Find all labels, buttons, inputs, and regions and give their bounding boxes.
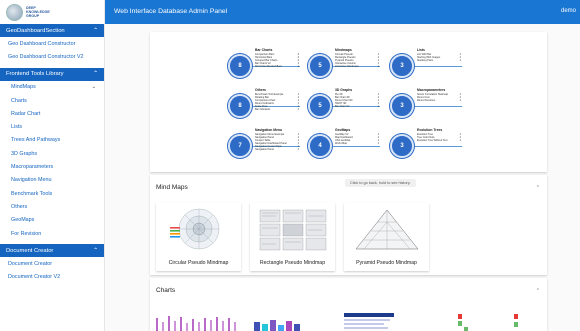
overview-group[interactable]: 8 Others Benchmark Tool Example 1 Rotating B… bbox=[228, 88, 300, 118]
group-item-list: Comparison Bars 3 Horizontal Bars 4 Grouped … bbox=[255, 53, 299, 68]
sidebar-item-mindmaps[interactable]: MindMaps ⌄ bbox=[0, 81, 104, 94]
group-item-list: Navigation Menu Example 1 Navigation Panel… bbox=[255, 133, 299, 151]
sidebar-item-charts[interactable]: Charts bbox=[0, 94, 104, 107]
chevron-up-icon: ⌃ bbox=[93, 71, 98, 78]
chevron-down-icon: ⌄ bbox=[91, 84, 96, 91]
sidebar-item-geomaps[interactable]: GeoMaps bbox=[0, 214, 104, 227]
overview-group[interactable]: 5 Mindmaps Circular Pseudo 1 Rectangle Pseud… bbox=[308, 48, 380, 78]
group-title: Bar Charts bbox=[255, 48, 273, 52]
group-list-item[interactable]: Round Numbers 1 bbox=[417, 99, 461, 102]
group-count-badge: 5 bbox=[308, 54, 332, 78]
sidebar-item-for-revision[interactable]: For Revision bbox=[0, 227, 104, 240]
tooltip: Click to go back, hold to see history. bbox=[345, 179, 416, 187]
group-item-list: List With Bar 1 Starting With Images 1 Stack… bbox=[417, 53, 461, 62]
rectangle-mindmap-thumbnail bbox=[259, 209, 327, 251]
group-list-item[interactable]: Interactive Mindmaps 1 bbox=[335, 65, 379, 68]
section-geodashboard[interactable]: GeoDashboardSection ⌃ bbox=[0, 24, 104, 37]
group-list-item[interactable]: Bar Chart V2 1 bbox=[335, 105, 379, 108]
chevron-up-icon: ⌃ bbox=[93, 247, 98, 254]
sidebar-item-macroparameters[interactable]: Macroparameters bbox=[0, 160, 104, 173]
mindmap-card-caption: Pyramid Pseudo Mindmap bbox=[356, 260, 417, 266]
group-list-item[interactable]: Bar Indicators 1 bbox=[255, 108, 299, 111]
app-title: Web Interface Database Admin Panel bbox=[114, 8, 228, 15]
top-app-bar: Web Interface Database Admin Panel demo bbox=[105, 0, 580, 24]
sidebar-item-benchmark-tools[interactable]: Benchmark Tools bbox=[0, 187, 104, 200]
group-list-item[interactable]: World Map 1 bbox=[335, 142, 379, 145]
group-count-badge: 7 bbox=[228, 134, 252, 158]
chart-thumb-bars-1 bbox=[156, 316, 236, 331]
user-menu[interactable]: demo bbox=[561, 8, 576, 14]
group-title: Mindmaps bbox=[335, 48, 352, 52]
group-count-badge: 4 bbox=[308, 134, 332, 158]
group-title: GeoMaps bbox=[335, 128, 351, 132]
overview-card: 8 Bar Charts Comparison Bars 3 Horizontal Ba… bbox=[150, 32, 547, 172]
group-count-badge: 3 bbox=[390, 134, 414, 158]
logo-text: DEEP KNOWLEDGE GROUP bbox=[26, 5, 50, 19]
circular-mindmap-thumbnail bbox=[170, 208, 220, 250]
group-item-list: Evolution Tree 1 Tree Color Dots 1 Evolution… bbox=[417, 133, 461, 142]
group-count-badge: 3 bbox=[390, 54, 414, 78]
overview-group[interactable]: 5 3D Graphs Pie 3D 1 Bar Chart 3D 1 Donut Char… bbox=[308, 88, 380, 118]
mindmap-card-pyramid[interactable]: Pyramid Pseudo Mindmap bbox=[344, 203, 429, 271]
section-document-creator[interactable]: Document Creator ⌃ bbox=[0, 244, 104, 258]
group-count-badge: 8 bbox=[228, 54, 252, 78]
sidebar-item-radar-chart[interactable]: Radar Chart bbox=[0, 107, 104, 120]
overview-group[interactable]: 4 GeoMaps GeoMap V2 1 Map Dashboard 1 USA GeoM… bbox=[308, 128, 380, 158]
group-count-badge: 8 bbox=[228, 94, 252, 118]
sidebar-item-document-creator-v2[interactable]: Document Creator V2 bbox=[0, 270, 104, 283]
mindmap-card-rectangle[interactable]: Rectangle Pseudo Mindmap bbox=[250, 203, 335, 271]
sidebar-item-document-creator[interactable]: Document Creator bbox=[0, 257, 104, 270]
sidebar-item-navigation-menu[interactable]: Navigation Menu bbox=[0, 174, 104, 187]
group-title: Macroparameters bbox=[417, 88, 446, 92]
mindmap-card-caption: Rectangle Pseudo Mindmap bbox=[259, 260, 326, 266]
mindmaps-title: Mind Maps bbox=[156, 184, 188, 191]
mindmap-card-caption: Circular Pseudo Mindmap bbox=[168, 260, 229, 266]
pyramid-mindmap-thumbnail bbox=[355, 209, 419, 250]
group-list-item[interactable]: Horizontal Stacked Bars 1 bbox=[255, 65, 299, 68]
logo[interactable]: DEEP KNOWLEDGE GROUP bbox=[0, 0, 104, 24]
sidebar: DEEP KNOWLEDGE GROUP GeoDashboardSection… bbox=[0, 0, 105, 331]
section-frontend-tools-library[interactable]: Frontend Tools Library ⌃ bbox=[0, 67, 104, 81]
group-count-badge: 3 bbox=[390, 94, 414, 118]
chevron-up-icon: ⌃ bbox=[93, 27, 98, 34]
main-content: 8 Bar Charts Comparison Bars 3 Horizontal Ba… bbox=[105, 24, 580, 331]
chevron-up-icon[interactable]: ⌃ bbox=[536, 288, 540, 294]
charts-title: Charts bbox=[156, 287, 176, 294]
group-title: 3D Graphs bbox=[335, 88, 353, 92]
group-list-item[interactable]: Evolution Tree Without Text 1 bbox=[417, 139, 461, 142]
chevron-up-icon[interactable]: ⌃ bbox=[536, 185, 540, 191]
group-item-list: Benchmark Tool Example 1 Rotating Bar 1 Comp… bbox=[255, 93, 299, 111]
group-title: Navigation Menu bbox=[255, 128, 283, 132]
charts-thumbnails-row bbox=[156, 313, 518, 331]
group-title: Lists bbox=[417, 48, 425, 52]
chart-thumb-list bbox=[344, 313, 394, 329]
group-item-list: Circular Pseudo 1 Rectangle Pseudo 1 Pyramid… bbox=[335, 53, 379, 68]
group-item-list: Pie 3D 1 Bar Chart 3D 1 Donut Chart 3D 1 SWOT … bbox=[335, 93, 379, 108]
group-list-item[interactable]: Navigation Panel 1 bbox=[255, 148, 299, 151]
overview-group[interactable]: 3 Lists List With Bar 1 Starting With Images… bbox=[390, 48, 462, 78]
overview-group[interactable]: 3 Macroparameters Sector Correlation Heatm… bbox=[390, 88, 462, 118]
overview-group[interactable]: 7 Navigation Menu Navigation Menu Example 1… bbox=[228, 128, 300, 158]
group-count-badge: 5 bbox=[308, 94, 332, 118]
group-title: Others bbox=[255, 88, 266, 92]
sidebar-item-geo-dashboard-constructor-v2[interactable]: Geo Dashboard Constructor V2 bbox=[0, 50, 104, 63]
sidebar-item-trees-and-pathways[interactable]: Trees And Pathways bbox=[0, 134, 104, 147]
mindmap-card-circular[interactable]: Circular Pseudo Mindmap bbox=[156, 203, 241, 271]
sidebar-item-lists[interactable]: Lists bbox=[0, 120, 104, 133]
overview-group[interactable]: 3 Evolution Trees Evolution Tree 1 Tree Colo… bbox=[390, 128, 462, 158]
sidebar-item-3d-graphs[interactable]: 3D Graphs bbox=[0, 147, 104, 160]
group-title: Evolution Trees bbox=[417, 128, 443, 132]
chart-thumb-indicators bbox=[458, 314, 518, 331]
mindmaps-panel: Mind Maps ⌃ Click to go back, hold to se… bbox=[150, 175, 547, 275]
overview-group[interactable]: 8 Bar Charts Comparison Bars 3 Horizontal Ba… bbox=[228, 48, 300, 78]
logo-globe-icon bbox=[6, 3, 23, 21]
chart-thumb-bars-2 bbox=[254, 320, 300, 331]
group-item-list: GeoMap V2 1 Map Dashboard 1 USA GeoMap 1 World… bbox=[335, 133, 379, 145]
group-item-list: Sector Correlation Heatmap 1 Round Icon 1 Ro… bbox=[417, 93, 461, 102]
group-list-item[interactable]: Stacking Pairs 1 bbox=[417, 59, 461, 62]
sidebar-item-others[interactable]: Others bbox=[0, 200, 104, 213]
charts-panel: Charts ⌃ bbox=[150, 278, 547, 331]
sidebar-item-geo-dashboard-constructor[interactable]: Geo Dashboard Constructor bbox=[0, 37, 104, 50]
